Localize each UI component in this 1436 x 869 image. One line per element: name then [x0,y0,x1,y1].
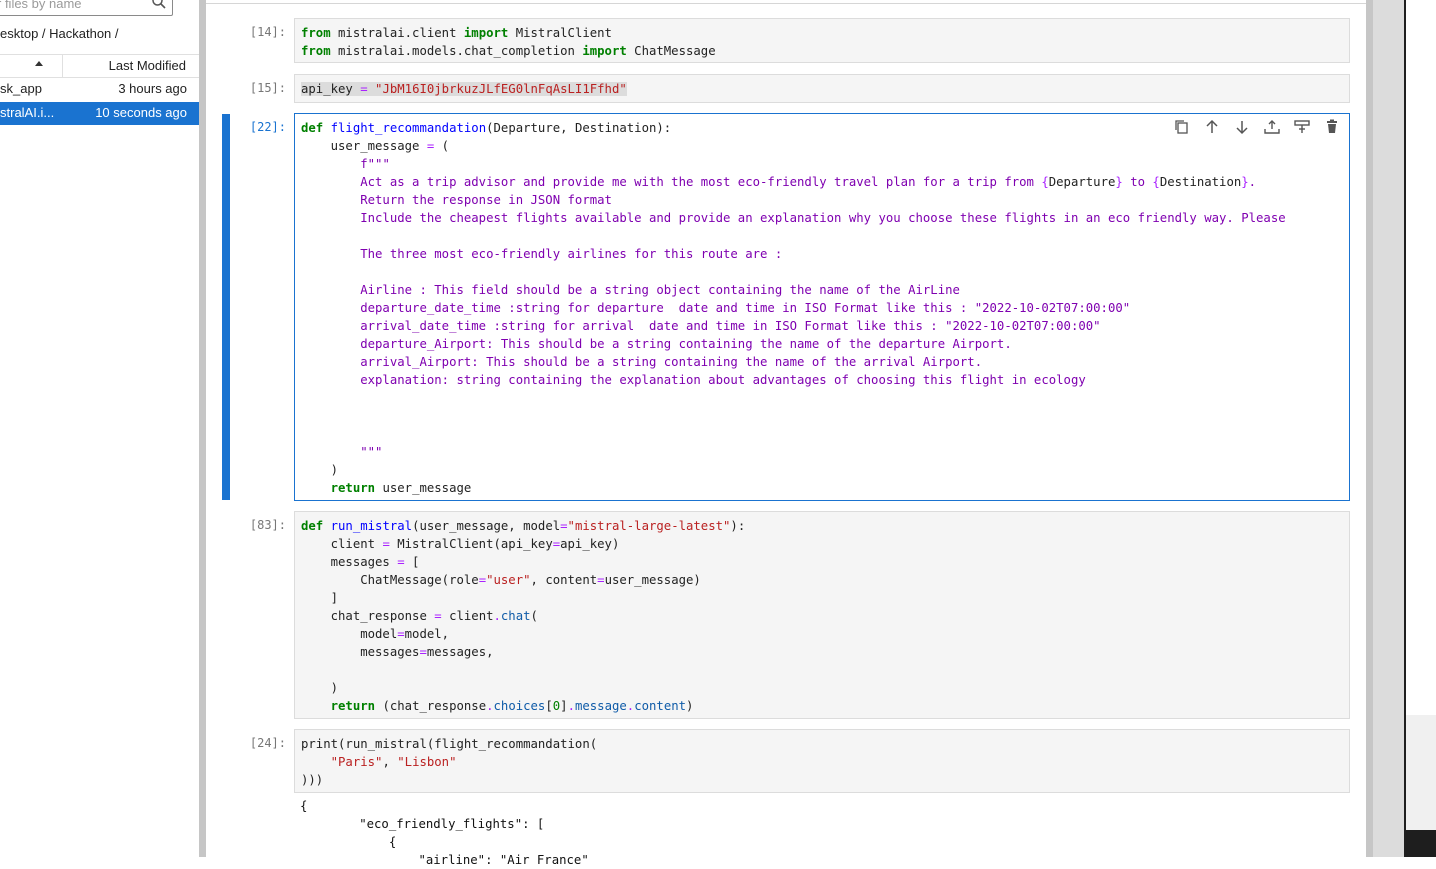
cell-prompt: [15]: [249,81,286,95]
file-name: stralAI.i... [0,105,55,120]
adjacent-window-dark-bar [1406,830,1436,857]
column-divider[interactable] [62,55,63,77]
code-text[interactable]: def flight_recommandation(Departure, Des… [301,119,1286,497]
cell-input[interactable]: def flight_recommandation(Departure, Des… [294,113,1350,501]
file-browser-panel: r files by name esktop / Hackathon / Las… [0,0,199,857]
file-modified: 3 hours ago [118,81,187,96]
panel-resize-handle[interactable] [199,0,206,857]
code-text[interactable]: print(run_mistral(flight_recommandation(… [301,735,597,789]
cell-input[interactable]: print(run_mistral(flight_recommandation(… [294,729,1350,793]
cell-prompt: [22]: [249,120,286,134]
breadcrumb[interactable]: esktop / Hackathon / [0,26,119,41]
column-header-last-modified[interactable]: Last Modified [109,58,186,73]
sort-ascending-icon[interactable] [34,59,44,69]
adjacent-window-panel [1406,715,1436,830]
scrollbar[interactable] [1366,0,1373,857]
output-text: { "eco_friendly_flights": [ { "airline":… [300,799,589,867]
cell-prompt: [83]: [249,518,286,532]
code-text[interactable]: from mistralai.client import MistralClie… [301,24,716,60]
code-text[interactable]: def run_mistral(user_message, model="mis… [301,517,745,715]
duplicate-icon[interactable] [1173,118,1191,136]
file-modified: 10 seconds ago [95,105,187,120]
delete-icon[interactable] [1323,118,1341,136]
file-search-input[interactable]: r files by name [0,0,173,16]
cell-toolbar [1169,118,1349,138]
notebook-toolbar-edge [206,0,1366,4]
code-text[interactable]: api_key = "JbM16I0jbrkuzJLfEG0lnFqAsLI1F… [301,80,627,98]
file-list-header: Last Modified [0,54,199,78]
notebook-panel: [14]: from mistralai.client import Mistr… [206,0,1366,867]
cell-prompt: [14]: [249,25,286,39]
file-name: sk_app [0,81,42,96]
search-icon[interactable] [151,0,167,10]
file-row-selected[interactable]: stralAI.i... 10 seconds ago [0,102,199,125]
file-row[interactable]: sk_app 3 hours ago [0,78,199,101]
active-cell-indicator[interactable] [222,114,230,500]
move-down-icon[interactable] [1233,118,1251,136]
cell-input[interactable]: from mistralai.client import MistralClie… [294,18,1350,63]
insert-below-icon[interactable] [1263,118,1281,136]
cell-input[interactable]: api_key = "JbM16I0jbrkuzJLfEG0lnFqAsLI1F… [294,74,1350,103]
cell-input[interactable]: def run_mistral(user_message, model="mis… [294,511,1350,719]
insert-above-icon[interactable] [1293,118,1311,136]
move-up-icon[interactable] [1203,118,1221,136]
cell-prompt: [24]: [249,736,286,750]
search-placeholder: r files by name [0,0,82,11]
